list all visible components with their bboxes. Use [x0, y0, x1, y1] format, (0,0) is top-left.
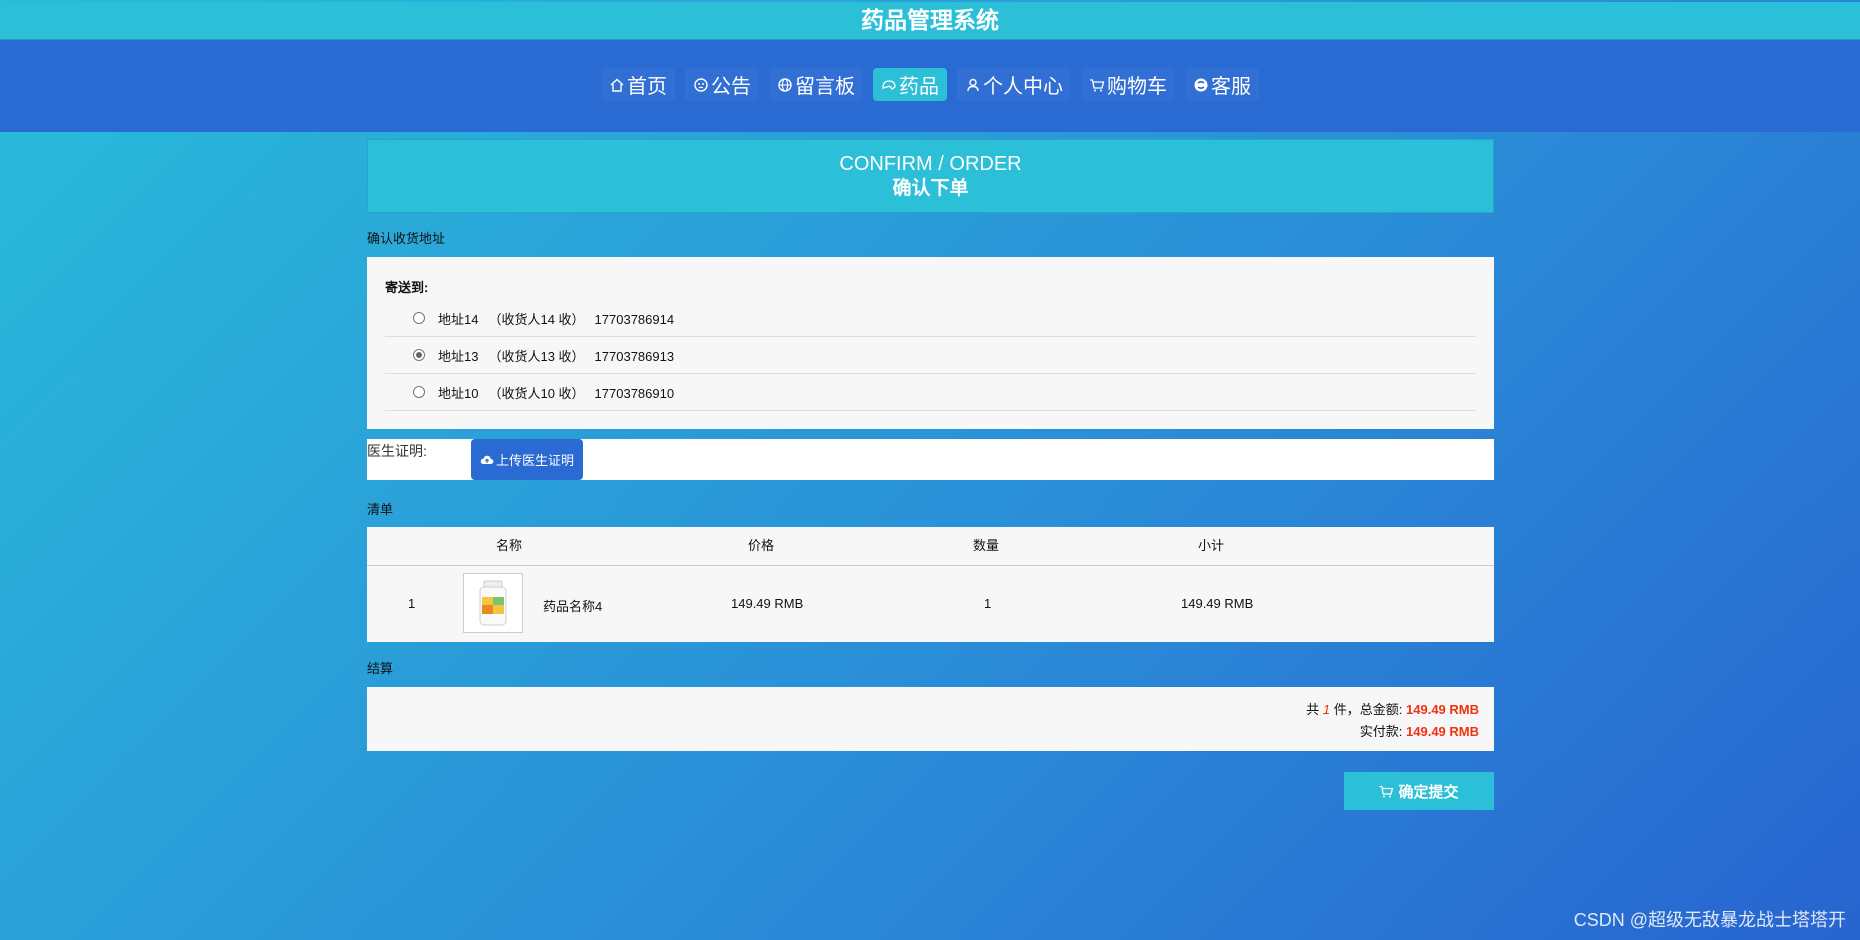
column-header-qty: 数量: [973, 538, 1000, 553]
cloud-upload-icon: [480, 455, 494, 464]
nav-label: 个人中心: [983, 76, 1063, 98]
table-header: 名称 价格 数量 小计: [367, 527, 1494, 566]
nav-label: 药品: [899, 76, 939, 98]
nav-label: 公告: [711, 76, 751, 98]
medicine-bottle-image: [479, 580, 507, 626]
address-option[interactable]: 地址10 （收货人10 收） 17703786910: [385, 374, 1476, 411]
nav-item-message-board[interactable]: 留言板: [769, 68, 863, 101]
settlement-paid-line: 实付款: 149.49 RMB: [367, 721, 1479, 743]
medicine-icon: [881, 77, 897, 93]
nav-label: 购物车: [1107, 76, 1167, 98]
certificate-row: 医生证明: 上传医生证明: [367, 439, 1494, 480]
notice-icon: [693, 77, 709, 93]
column-header-price: 价格: [748, 538, 775, 553]
count-suffix: 件，总金额:: [1333, 702, 1403, 717]
product-price: 149.49 RMB: [731, 596, 804, 611]
address-radio[interactable]: [413, 349, 425, 361]
cart-icon: [1089, 77, 1105, 93]
nav-label: 首页: [627, 76, 667, 98]
user-icon: [965, 77, 981, 93]
nav-item-notice[interactable]: 公告: [685, 68, 759, 101]
nav-item-customer-service[interactable]: 客服: [1185, 68, 1259, 101]
address-phone: 17703786913: [594, 348, 675, 364]
order-main: CONFIRM / ORDER 确认下单 确认收货地址 寄送到: 地址14 （收货…: [367, 139, 1494, 810]
address-name: 地址10: [438, 385, 479, 401]
settlement-total-line: 共 1 件，总金额: 149.49 RMB: [367, 687, 1479, 721]
nav-label: 客服: [1211, 76, 1251, 98]
order-header: CONFIRM / ORDER 确认下单: [367, 139, 1494, 213]
watermark: CSDN @超级无敌暴龙战士塔塔开: [1573, 910, 1846, 930]
order-list-table: 名称 价格 数量 小计 1 药品名称4 149.49 RMB 1 149.49 …: [367, 527, 1494, 642]
cart-icon: [1379, 785, 1394, 797]
paid-label: 实付款:: [1359, 724, 1403, 739]
product-subtotal: 149.49 RMB: [1181, 596, 1254, 611]
address-name: 地址13: [438, 348, 479, 364]
address-phone: 17703786910: [594, 385, 675, 401]
product-thumbnail[interactable]: [463, 573, 523, 633]
paid-amount: 149.49 RMB: [1406, 724, 1479, 739]
address-box: 寄送到: 地址14 （收货人14 收） 17703786914 地址13 （收货人13…: [367, 257, 1494, 429]
main-nav: 首页 公告 留言板 药品 个人中心 购物车 客服: [0, 68, 1860, 101]
address-receiver: （收货人14 收）: [488, 311, 585, 327]
nav-item-medicine[interactable]: 药品: [873, 68, 947, 101]
row-index: 1: [408, 596, 416, 611]
address-phone: 17703786914: [594, 311, 675, 327]
address-receiver: （收货人13 收）: [488, 348, 585, 364]
globe-icon: [777, 77, 793, 93]
nav-item-cart[interactable]: 购物车: [1081, 68, 1175, 101]
address-radio[interactable]: [413, 386, 425, 398]
address-name: 地址14: [438, 311, 479, 327]
address-option[interactable]: 地址14 （收货人14 收） 17703786914: [385, 300, 1476, 337]
order-title-cn: 确认下单: [892, 178, 969, 199]
settlement-section-label: 结算: [367, 661, 394, 676]
table-row: 1 药品名称4 149.49 RMB 1 149.49 RMB: [367, 566, 1494, 642]
settlement-box: 共 1 件，总金额: 149.49 RMB 实付款: 149.49 RMB: [367, 687, 1494, 751]
column-header-name: 名称: [496, 538, 523, 553]
nav-band: 首页 公告 留言板 药品 个人中心 购物车 客服: [0, 40, 1860, 132]
nav-item-personal-center[interactable]: 个人中心: [957, 68, 1071, 101]
app-title: 药品管理系统: [0, 2, 1860, 40]
address-receiver: （收货人10 收）: [488, 385, 585, 401]
total-amount: 149.49 RMB: [1406, 702, 1479, 717]
certificate-label: 医生证明:: [367, 443, 427, 459]
upload-certificate-button[interactable]: 上传医生证明: [471, 439, 584, 480]
count-prefix: 共: [1306, 702, 1320, 717]
confirm-submit-label: 确定提交: [1398, 783, 1459, 801]
address-section-label: 确认收货地址: [367, 231, 446, 246]
address-option[interactable]: 地址13 （收货人13 收） 17703786913: [385, 337, 1476, 374]
nav-label: 留言板: [795, 76, 855, 98]
column-header-subtotal: 小计: [1198, 538, 1225, 553]
nav-item-home[interactable]: 首页: [601, 68, 675, 101]
address-radio[interactable]: [413, 312, 425, 324]
send-to-label: 寄送到:: [385, 280, 429, 295]
list-section-label: 清单: [367, 502, 394, 517]
service-icon: [1193, 77, 1209, 93]
order-title-en: CONFIRM / ORDER: [839, 153, 1022, 175]
home-icon: [609, 77, 625, 93]
product-name: 药品名称4: [543, 599, 603, 614]
item-count: 1: [1322, 702, 1331, 717]
product-qty: 1: [984, 596, 992, 611]
confirm-submit-button[interactable]: 确定提交: [1344, 772, 1494, 810]
upload-certificate-label: 上传医生证明: [496, 453, 575, 468]
